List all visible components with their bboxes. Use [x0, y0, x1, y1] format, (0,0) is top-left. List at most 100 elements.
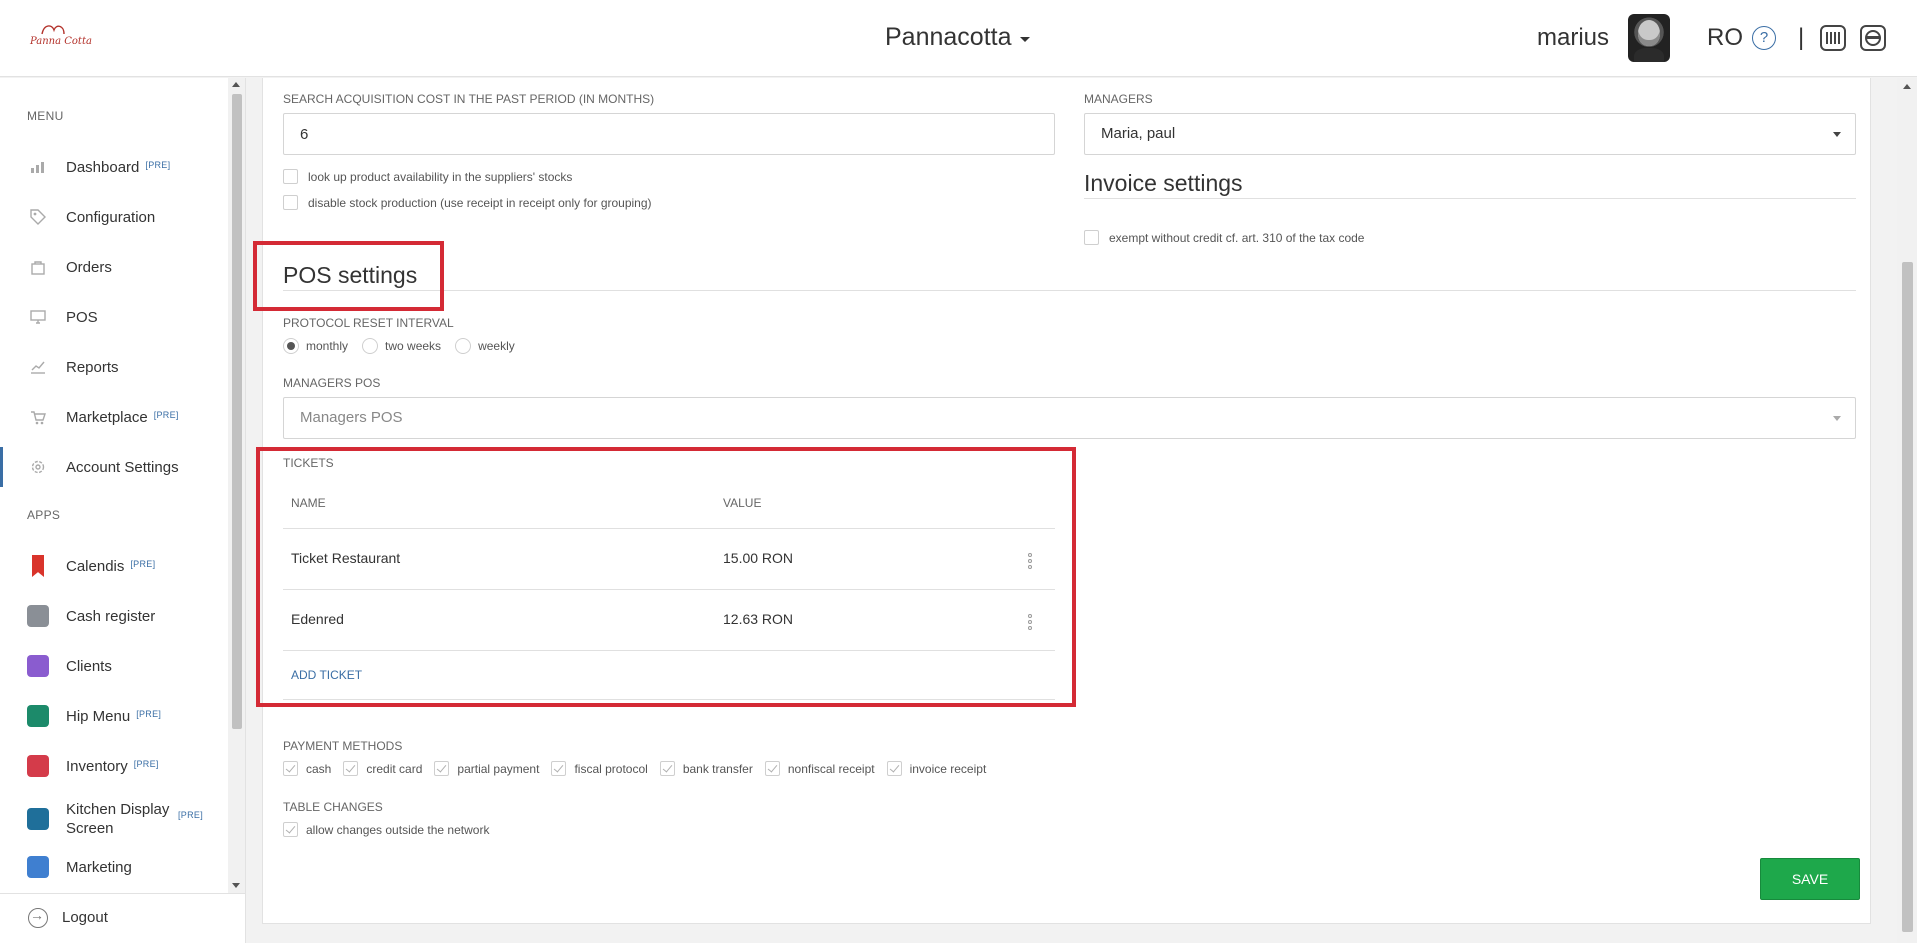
header-separator: |	[1798, 24, 1805, 51]
sidebar-item-account-settings[interactable]: Account Settings	[0, 447, 228, 487]
payment-checkbox-credit-card[interactable]	[343, 761, 359, 776]
radio-label-two-weeks: two weeks	[385, 339, 442, 353]
sidebar-app-kitchen-display[interactable]: Kitchen Display Screen [PRE]	[0, 796, 228, 842]
sidebar-item-label: Marketing	[66, 858, 132, 876]
sidebar-item-dashboard[interactable]: Dashboard [PRE]	[0, 147, 228, 187]
radio-two-weeks[interactable]	[362, 338, 379, 354]
sidebar-item-label: Orders	[66, 258, 112, 276]
sidebar-item-orders[interactable]: Orders	[0, 247, 228, 287]
add-ticket-link[interactable]: ADD TICKET	[291, 668, 362, 682]
scroll-up-icon[interactable]	[1903, 84, 1911, 89]
sidebar-app-clients[interactable]: Clients	[0, 646, 228, 686]
pre-badge: [PRE]	[153, 409, 179, 420]
user-name[interactable]: marius	[1537, 24, 1609, 52]
invoice-divider	[1084, 198, 1856, 199]
sidebar-item-label: Kitchen Display	[66, 801, 170, 818]
bookmark-icon	[32, 555, 44, 577]
tickets-col-value: VALUE	[723, 496, 762, 510]
managers-pos-select[interactable]: Managers POS	[283, 397, 1856, 439]
radio-label-weekly: weekly	[478, 339, 515, 353]
payment-checkbox-partial-payment[interactable]	[434, 761, 450, 776]
table-changes-label: TABLE CHANGES	[283, 800, 383, 814]
disable-stock-checkbox[interactable]	[283, 195, 298, 210]
payment-checkbox-bank-transfer[interactable]	[659, 761, 675, 776]
scroll-down-icon[interactable]	[232, 883, 240, 888]
sidebar-item-label: Dashboard	[66, 158, 140, 176]
settings-panel: SEARCH ACQUISITION COST IN THE PAST PERI…	[262, 78, 1871, 924]
tickets-col-name: NAME	[291, 496, 326, 510]
chart-icon	[28, 157, 48, 177]
ticket-name: Edenred	[291, 611, 344, 627]
managers-select[interactable]: Maria, paul	[1084, 113, 1856, 155]
restaurant-name: Pannacotta	[885, 23, 1012, 51]
logout-icon	[28, 907, 48, 928]
row-menu-icon[interactable]	[1026, 553, 1034, 569]
barcode-icon[interactable]	[1820, 25, 1846, 51]
sidebar-item-label: Calendis	[66, 557, 125, 575]
payment-checkbox-fiscal-protocol[interactable]	[551, 761, 567, 776]
row-divider	[283, 589, 1055, 590]
sidebar-scrollbar[interactable]	[228, 78, 245, 893]
cart-icon	[28, 407, 48, 427]
hip-menu-icon	[27, 705, 49, 727]
cash-register-icon	[27, 605, 49, 627]
scroll-up-icon[interactable]	[232, 82, 240, 87]
payment-label: credit card	[366, 761, 423, 776]
save-button[interactable]: SAVE	[1760, 858, 1860, 900]
row-menu-icon[interactable]	[1026, 614, 1034, 630]
page-scrollbar[interactable]	[1897, 78, 1917, 943]
acquisition-cost-input[interactable]	[283, 113, 1055, 155]
table-changes-option-label: allow changes outside the network	[306, 822, 490, 837]
sidebar-app-inventory[interactable]: Inventory [PRE]	[0, 746, 228, 786]
availability-checkbox[interactable]	[283, 169, 298, 184]
radio-weekly[interactable]	[455, 338, 472, 354]
language-selector[interactable]: RO	[1707, 24, 1743, 52]
avatar[interactable]	[1628, 14, 1670, 62]
sidebar-item-label: Clients	[66, 657, 112, 675]
sidebar-item-configuration[interactable]: Configuration	[0, 197, 228, 237]
marketing-icon	[27, 856, 49, 878]
payment-checkbox-nonfiscal-receipt[interactable]	[764, 761, 780, 776]
sidebar-app-marketing[interactable]: Marketing	[0, 847, 228, 887]
menu-section-label: MENU	[27, 109, 64, 123]
sidebar-app-cash-register[interactable]: Cash register	[0, 596, 228, 636]
tickets-label: TICKETS	[283, 456, 334, 470]
payment-checkbox-invoice-receipt[interactable]	[886, 761, 902, 776]
managers-pos-placeholder: Managers POS	[300, 409, 403, 426]
availability-label: look up product availability in the supp…	[308, 169, 573, 184]
logout-button[interactable]: Logout	[0, 893, 245, 943]
monitor-icon	[28, 307, 48, 327]
tickets-bottom-divider	[283, 699, 1055, 700]
remote-support-icon[interactable]	[1860, 25, 1886, 51]
caret-down-icon	[1019, 37, 1030, 42]
kitchen-icon	[27, 808, 49, 830]
payment-checkbox-cash[interactable]	[283, 761, 298, 776]
payment-label: nonfiscal receipt	[787, 761, 875, 776]
exempt-checkbox[interactable]	[1084, 230, 1099, 245]
payment-methods-group: cash credit card partial payment fiscal …	[283, 761, 998, 776]
radio-label-monthly: monthly	[306, 339, 349, 353]
payment-label: cash	[306, 761, 332, 776]
restaurant-switcher[interactable]: Pannacotta	[885, 23, 1030, 52]
sidebar-app-hip-menu[interactable]: Hip Menu [PRE]	[0, 696, 228, 736]
sidebar-item-reports[interactable]: Reports	[0, 347, 228, 387]
tag-icon	[28, 207, 48, 227]
sidebar-app-calendis[interactable]: Calendis [PRE]	[0, 546, 228, 586]
managers-label: MANAGERS	[1084, 92, 1153, 106]
sidebar-item-marketplace[interactable]: Marketplace [PRE]	[0, 397, 228, 437]
pre-badge: [PRE]	[145, 159, 171, 170]
ticket-name: Ticket Restaurant	[291, 550, 401, 566]
dropdown-arrow-icon	[1833, 416, 1841, 421]
logo[interactable]: Panna Cotta	[26, 22, 92, 56]
table-changes-checkbox[interactable]	[283, 822, 298, 837]
payment-label: fiscal protocol	[574, 761, 648, 776]
page-scroll-thumb[interactable]	[1902, 262, 1913, 932]
dropdown-arrow-icon	[1833, 132, 1841, 137]
sidebar-item-label: Reports	[66, 358, 119, 376]
payment-label: partial payment	[457, 761, 540, 776]
sidebar-item-pos[interactable]: POS	[0, 297, 228, 337]
help-icon[interactable]: ?	[1752, 26, 1776, 50]
sidebar-scroll-thumb[interactable]	[232, 94, 242, 729]
sidebar-item-label: Account Settings	[66, 458, 179, 476]
radio-monthly[interactable]	[283, 338, 299, 354]
